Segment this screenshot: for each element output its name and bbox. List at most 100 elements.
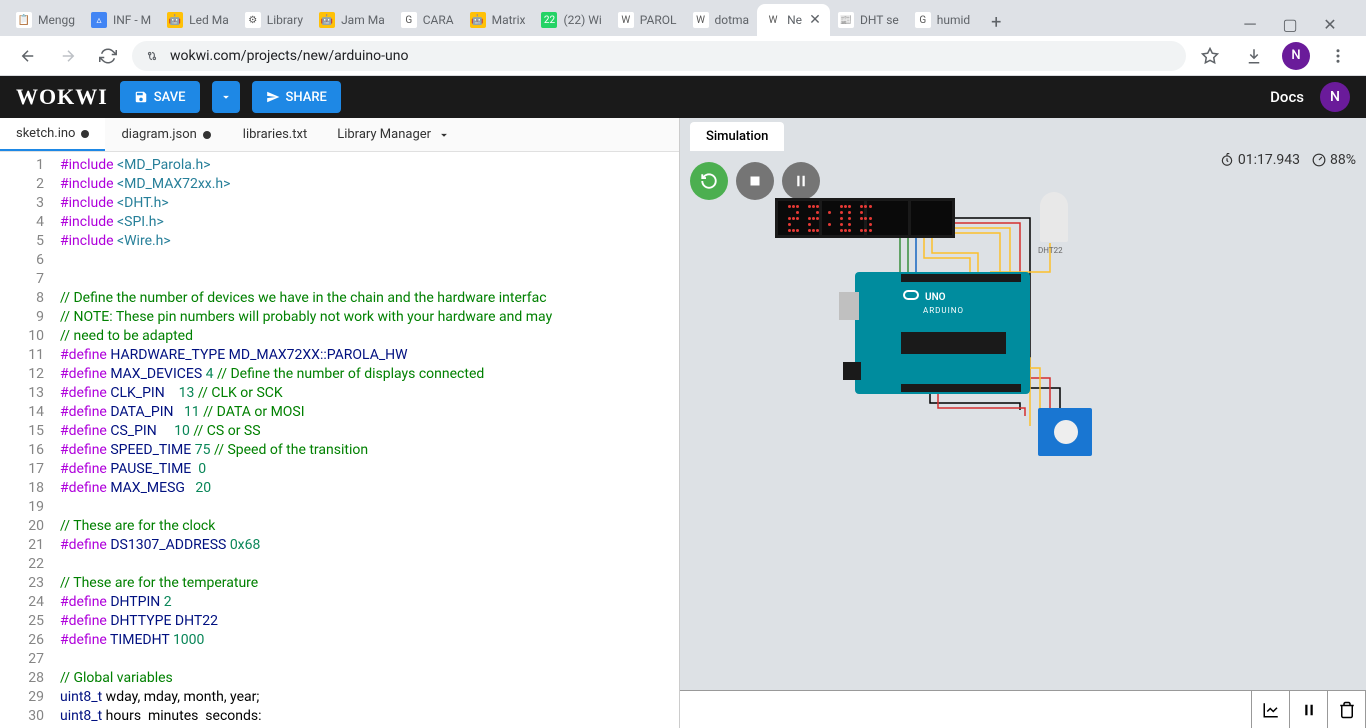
- sim-stats: 01:17.943 88%: [1220, 152, 1356, 168]
- code-line[interactable]: uint8_t hours minutes seconds:: [60, 707, 679, 726]
- browser-tab-11[interactable]: 📰DHT se: [830, 4, 907, 36]
- code-line[interactable]: #include <DHT.h>: [60, 194, 679, 213]
- code-line[interactable]: #include <SPI.h>: [60, 213, 679, 232]
- browser-tab-8[interactable]: WPAROL: [610, 4, 685, 36]
- omnibox[interactable]: wokwi.com/projects/new/arduino-uno: [132, 41, 1186, 71]
- maximize-button[interactable]: ▢: [1278, 12, 1302, 36]
- code-line[interactable]: #define DS1307_ADDRESS 0x68: [60, 536, 679, 555]
- line-gutter: 1234567891011121314151617181920212223242…: [0, 152, 60, 728]
- browser-tab-1[interactable]: ▵ INF - M: [83, 4, 159, 36]
- code-line[interactable]: uint8_t wday, mday, month, year;: [60, 688, 679, 707]
- dht22-sensor[interactable]: [1040, 192, 1068, 242]
- browser-tab-10[interactable]: WNe✕: [757, 4, 830, 36]
- code-line[interactable]: // need to be adapted: [60, 327, 679, 346]
- new-tab-button[interactable]: +: [982, 8, 1010, 36]
- pause-serial-button[interactable]: [1290, 691, 1328, 728]
- code-content[interactable]: #include <MD_Parola.h>#include <MD_MAX72…: [60, 152, 679, 728]
- tab-favicon: ▵: [91, 12, 107, 28]
- led-matrix[interactable]: [775, 198, 955, 238]
- tab-favicon: 22: [541, 12, 557, 28]
- clear-button[interactable]: [1328, 691, 1366, 728]
- gauge-icon: [1312, 153, 1326, 167]
- code-line[interactable]: #define DHTPIN 2: [60, 593, 679, 612]
- code-line[interactable]: // NOTE: These pin numbers will probably…: [60, 308, 679, 327]
- tab-favicon: W: [693, 12, 709, 28]
- code-line[interactable]: #define DATA_PIN 11 // DATA or MOSI: [60, 403, 679, 422]
- save-dropdown[interactable]: [212, 81, 240, 113]
- tab-favicon: ⚙: [245, 12, 261, 28]
- code-line[interactable]: #define PAUSE_TIME 0: [60, 460, 679, 479]
- code-line[interactable]: [60, 270, 679, 289]
- editor-tab-label: sketch.ino: [16, 126, 75, 141]
- browser-tab-7[interactable]: 22(22) Wi: [533, 4, 609, 36]
- code-line[interactable]: #define CS_PIN 10 // CS or SS: [60, 422, 679, 441]
- close-tab-button[interactable]: ✕: [808, 13, 822, 27]
- browser-tab-0[interactable]: 📋Mengg: [8, 4, 83, 36]
- rtc-module[interactable]: [1038, 408, 1092, 456]
- reload-button[interactable]: [92, 40, 124, 72]
- code-line[interactable]: // These are for the temperature: [60, 574, 679, 593]
- tab-title: PAROL: [640, 13, 677, 27]
- code-line[interactable]: [60, 251, 679, 270]
- save-button[interactable]: SAVE: [120, 81, 200, 113]
- docs-link[interactable]: Docs: [1270, 88, 1304, 106]
- code-line[interactable]: [60, 650, 679, 669]
- code-line[interactable]: // Define the number of devices we have …: [60, 289, 679, 308]
- code-line[interactable]: // Global variables: [60, 669, 679, 688]
- wokwi-logo[interactable]: WOKWI: [16, 84, 108, 110]
- site-info-icon[interactable]: [144, 48, 160, 64]
- browser-tab-2[interactable]: 🤖Led Ma: [159, 4, 237, 36]
- downloads-button[interactable]: [1238, 40, 1270, 72]
- code-line[interactable]: #include <Wire.h>: [60, 232, 679, 251]
- code-line[interactable]: #include <MD_MAX72xx.h>: [60, 175, 679, 194]
- modified-dot-icon: [81, 130, 89, 138]
- tab-title: INF - M: [113, 13, 151, 27]
- wokwi-avatar[interactable]: N: [1320, 82, 1350, 112]
- arduino-uno[interactable]: UNO ARDUINO: [855, 272, 1030, 394]
- code-line[interactable]: // These are for the clock: [60, 517, 679, 536]
- library-manager-button[interactable]: Library Manager: [323, 127, 465, 142]
- url-text: wokwi.com/projects/new/arduino-uno: [170, 48, 408, 64]
- code-line[interactable]: #define MAX_DEVICES 4 // Define the numb…: [60, 365, 679, 384]
- profile-avatar[interactable]: N: [1282, 42, 1310, 70]
- browser-tab-9[interactable]: Wdotma: [685, 4, 758, 36]
- close-window-button[interactable]: ✕: [1318, 12, 1342, 36]
- tab-favicon: 📋: [16, 12, 32, 28]
- back-button[interactable]: [12, 40, 44, 72]
- tab-title: CARA: [423, 13, 454, 27]
- share-button[interactable]: SHARE: [252, 81, 341, 113]
- sim-canvas[interactable]: UNO ARDUINO DHT22: [680, 188, 1366, 630]
- bookmark-button[interactable]: [1194, 40, 1226, 72]
- plot-button[interactable]: [1252, 691, 1290, 728]
- code-line[interactable]: #define MAX_MESG 20: [60, 479, 679, 498]
- tab-title: Led Ma: [189, 13, 229, 27]
- code-line[interactable]: #define CLK_PIN 13 // CLK or SCK: [60, 384, 679, 403]
- code-line[interactable]: #define TIMEDHT 1000: [60, 631, 679, 650]
- minimize-button[interactable]: ─: [1238, 12, 1262, 36]
- dht22-label: DHT22: [1038, 246, 1063, 255]
- code-editor[interactable]: 1234567891011121314151617181920212223242…: [0, 152, 679, 728]
- browser-tab-5[interactable]: GCARA: [393, 4, 462, 36]
- browser-menu-button[interactable]: [1322, 40, 1354, 72]
- editor-tab-libraries-txt[interactable]: libraries.txt: [227, 118, 323, 151]
- code-line[interactable]: #define DHTTYPE DHT22: [60, 612, 679, 631]
- code-line[interactable]: #include <MD_Parola.h>: [60, 156, 679, 175]
- arduino-label: UNO: [925, 292, 946, 303]
- tab-title: DHT se: [860, 13, 899, 27]
- simulation-tab[interactable]: Simulation: [690, 122, 784, 151]
- browser-tab-4[interactable]: 🤖Jam Ma: [311, 4, 393, 36]
- code-line[interactable]: [60, 498, 679, 517]
- forward-button[interactable]: [52, 40, 84, 72]
- sim-perf-value: 88%: [1330, 152, 1356, 168]
- browser-tab-12[interactable]: Ghumid: [907, 4, 978, 36]
- wokwi-header: WOKWI SAVE SHARE Docs N: [0, 76, 1366, 118]
- code-line[interactable]: [60, 555, 679, 574]
- browser-tab-6[interactable]: 🤖Matrix: [462, 4, 534, 36]
- editor-tab-sketch-ino[interactable]: sketch.ino: [0, 118, 105, 151]
- share-label: SHARE: [286, 90, 327, 105]
- browser-tab-3[interactable]: ⚙Library: [237, 4, 311, 36]
- code-line[interactable]: #define SPEED_TIME 75 // Speed of the tr…: [60, 441, 679, 460]
- editor-tab-diagram-json[interactable]: diagram.json: [105, 118, 226, 151]
- sim-bottom-bar: [680, 690, 1366, 728]
- code-line[interactable]: #define HARDWARE_TYPE MD_MAX72XX::PAROLA…: [60, 346, 679, 365]
